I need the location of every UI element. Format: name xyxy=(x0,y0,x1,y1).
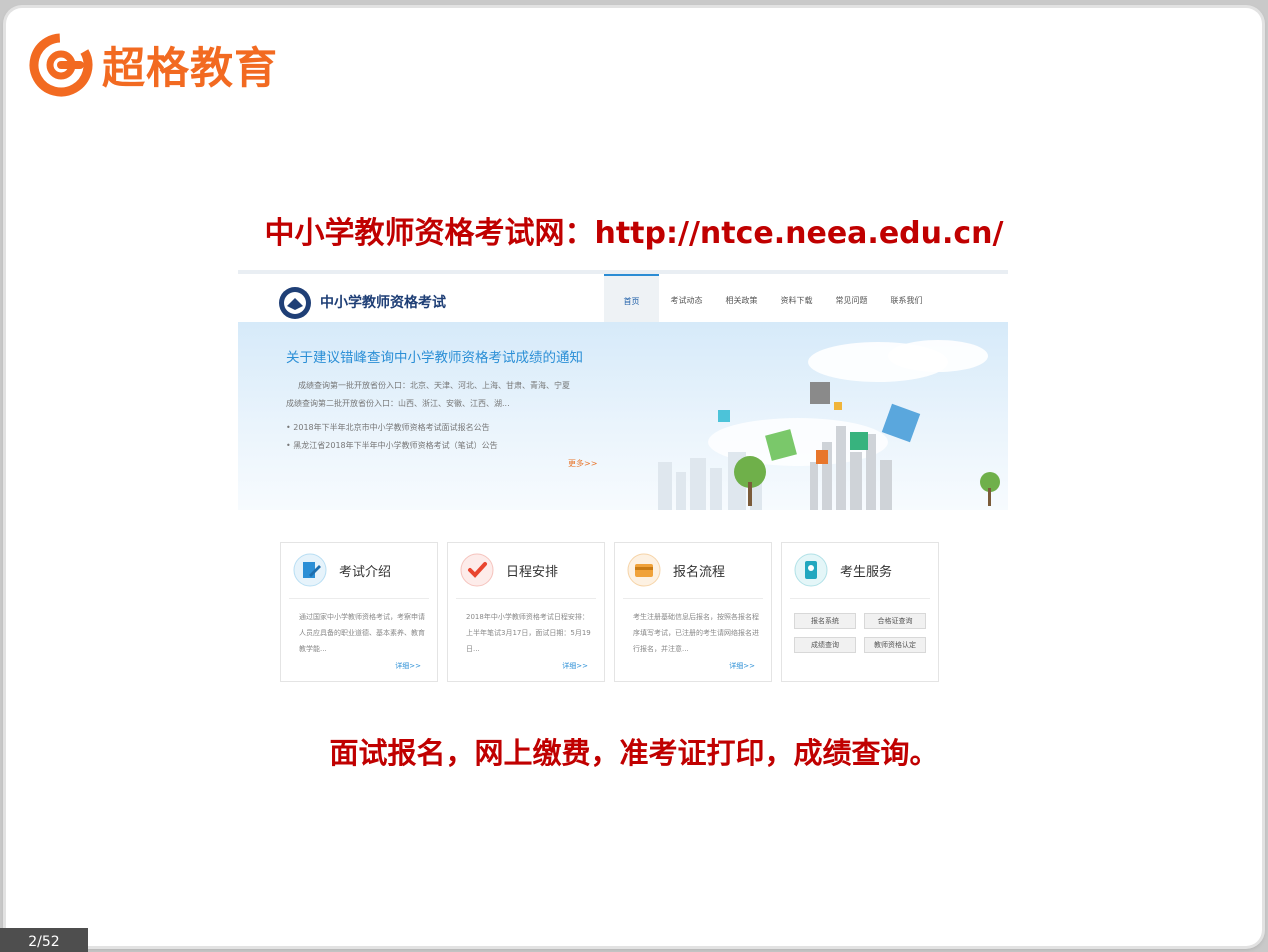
service-button-score-query[interactable]: 成绩查询 xyxy=(794,637,856,653)
edit-icon xyxy=(293,553,327,587)
site-emblem-icon xyxy=(279,287,311,319)
card-exam-intro: 考试介绍 通过国家中小学教师资格考试，考察申请人员应具备的职业道德、基本素养、教… xyxy=(280,542,438,682)
site-title: 中小学教师资格考试 xyxy=(320,295,446,311)
service-button-registration[interactable]: 报名系统 xyxy=(794,613,856,629)
divider xyxy=(456,598,596,599)
cg-logo-icon xyxy=(29,33,93,97)
check-icon xyxy=(460,553,494,587)
brand-name: 超格教育 xyxy=(102,44,278,94)
card-title: 报名流程 xyxy=(673,565,726,580)
brand-logo: 超格教育 xyxy=(28,30,278,100)
website-screenshot: 中小学教师资格考试 首页 考试动态 相关政策 资料下载 常见问题 联系我们 关于… xyxy=(238,270,1008,690)
card-candidate-services: 考生服务 报名系统 合格证查询 成绩查询 教师资格认定 xyxy=(781,542,939,682)
user-badge-icon xyxy=(794,553,828,587)
nav-item-contact[interactable]: 联系我们 xyxy=(879,274,934,326)
card-more-link[interactable]: 详细>> xyxy=(562,661,588,671)
card-registration-flow: 报名流程 考生注册基础信息后报名，按照各报名程序填写考试，已注册的考生请网络报名… xyxy=(614,542,772,682)
banner-news-link[interactable]: • 黑龙江省2018年下半年中小学教师资格考试（笔试）公告 xyxy=(286,440,498,451)
service-button-certificate-query[interactable]: 合格证查询 xyxy=(864,613,926,629)
site-nav: 首页 考试动态 相关政策 资料下载 常见问题 联系我们 xyxy=(604,274,934,326)
nav-item-home[interactable]: 首页 xyxy=(604,274,659,326)
nav-item-policy[interactable]: 相关政策 xyxy=(714,274,769,326)
banner-news-link[interactable]: • 2018年下半年北京市中小学教师资格考试面试报名公告 xyxy=(286,422,490,433)
banner-more-link[interactable]: 更多>> xyxy=(568,458,597,469)
card-description: 通过国家中小学教师资格考试，考察申请人员应具备的职业道德、基本素养、教育教学能.… xyxy=(299,613,425,653)
service-button-qualification[interactable]: 教师资格认定 xyxy=(864,637,926,653)
divider xyxy=(623,598,763,599)
service-cards: 考试介绍 通过国家中小学教师资格考试，考察申请人员应具备的职业道德、基本素养、教… xyxy=(238,510,1008,690)
card-title: 日程安排 xyxy=(506,565,559,580)
card-description: 2018年中小学教师资格考试日程安排：上半年笔试3月17日，面试日期：5月19日… xyxy=(466,613,591,653)
divider xyxy=(289,598,429,599)
services-headline: 面试报名，网上缴费，准考证打印，成绩查询。 xyxy=(329,736,939,770)
news-banner: 关于建议错峰查询中小学教师资格考试成绩的通知 成绩查询第一批开放省份入口：北京、… xyxy=(238,322,1008,510)
card-more-link[interactable]: 详细>> xyxy=(395,661,421,671)
website-url-headline: 中小学教师资格考试网：http://ntce.neea.edu.cn/ xyxy=(264,216,1004,251)
card-icon xyxy=(627,553,661,587)
card-schedule: 日程安排 2018年中小学教师资格考试日程安排：上半年笔试3月17日，面试日期：… xyxy=(447,542,605,682)
divider xyxy=(790,598,930,599)
nav-item-downloads[interactable]: 资料下载 xyxy=(769,274,824,326)
banner-headline[interactable]: 关于建议错峰查询中小学教师资格考试成绩的通知 xyxy=(286,346,583,366)
card-title: 考试介绍 xyxy=(339,565,392,580)
page-counter: 2/52 xyxy=(0,928,88,952)
slide: 超格教育 中小学教师资格考试网：http://ntce.neea.edu.cn/… xyxy=(6,8,1262,946)
banner-text-line: 成绩查询第二批开放省份入口：山西、浙江、安徽、江西、湖... xyxy=(286,399,510,408)
card-description: 考生注册基础信息后报名，按照各报名程序填写考试，已注册的考生请网络报名进行报名，… xyxy=(633,613,759,653)
card-more-link[interactable]: 详细>> xyxy=(729,661,755,671)
site-header: 中小学教师资格考试 首页 考试动态 相关政策 资料下载 常见问题 联系我们 xyxy=(238,270,1008,326)
banner-text-line: 成绩查询第一批开放省份入口：北京、天津、河北、上海、甘肃、青海、宁夏 xyxy=(298,381,570,390)
nav-item-faq[interactable]: 常见问题 xyxy=(824,274,879,326)
card-title: 考生服务 xyxy=(840,565,893,580)
nav-item-news[interactable]: 考试动态 xyxy=(659,274,714,326)
